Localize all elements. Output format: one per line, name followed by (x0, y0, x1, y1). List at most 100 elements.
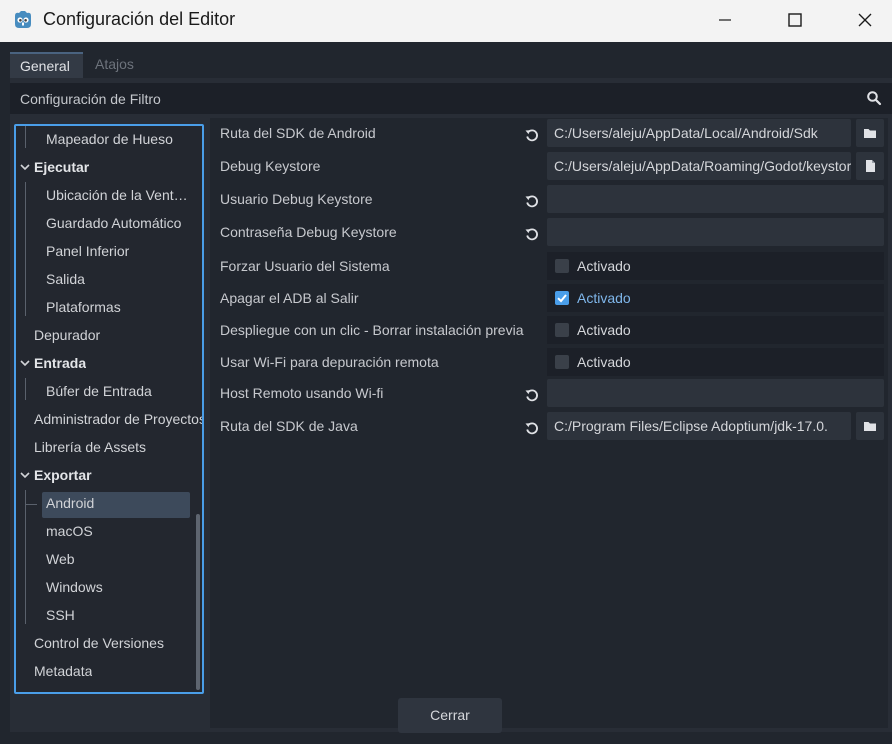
checkbox-field[interactable]: Activado (547, 252, 884, 280)
tree-item-mapeador-de-hueso[interactable]: Mapeador de Hueso (16, 126, 190, 154)
tree-item-label: Web (46, 551, 75, 567)
checkbox-label: Activado (577, 354, 631, 370)
settings-content: Configuración de Filtro Mapeador de Hues… (10, 78, 892, 732)
property-label: Debug Keystore (220, 158, 321, 174)
property-label: Usuario Debug Keystore (220, 191, 373, 207)
tree-category-entrada[interactable]: Entrada (16, 350, 190, 378)
tree-item-label: Android (46, 495, 95, 511)
property-debug-keystore: Debug Keystore C:/Users/aleju/AppData/Roa… (210, 151, 888, 183)
section-tree[interactable]: Mapeador de Hueso Ejecutar Ubicación de la… (14, 124, 204, 694)
tree-item-label: Búfer de Entrada (46, 383, 152, 399)
tree-item-label: Entrada (34, 355, 87, 371)
maximize-button[interactable] (760, 0, 830, 40)
property-inspector: Ruta del SDK de Android C:/Users/aleju/Ap… (210, 118, 888, 728)
tree-item-label: Windows (46, 579, 103, 595)
tree-item-label: Mapeador de Hueso (46, 131, 173, 147)
maximize-icon (788, 13, 802, 27)
tab-shortcuts[interactable]: Atajos (85, 52, 144, 78)
property-label: Despliegue con un clic - Borrar instalac… (220, 322, 524, 338)
property-value-field[interactable] (547, 185, 884, 213)
close-button[interactable]: Cerrar (398, 698, 502, 733)
tree-item-ssh[interactable]: SSH (16, 602, 190, 630)
tree-category-exportar[interactable]: Exportar (16, 462, 190, 490)
filter-input[interactable]: Configuración de Filtro (10, 83, 892, 114)
checkmark-icon (557, 294, 567, 303)
chevron-down-icon[interactable] (20, 471, 30, 479)
tree-item-control-de-versiones[interactable]: Control de Versiones (16, 630, 190, 658)
chevron-down-icon[interactable] (20, 163, 30, 171)
folder-icon (864, 129, 876, 138)
godot-logo-icon (15, 11, 31, 28)
tree-item-ubicacion-de-la-ventana[interactable]: Ubicación de la Ventana (16, 182, 190, 210)
property-value-field[interactable]: C:/Program Files/Eclipse Adoptium/jdk-17… (547, 412, 851, 440)
tree-guide-tick (25, 504, 37, 505)
tree-item-guardado-automatico[interactable]: Guardado Automático (16, 210, 190, 238)
tree-item-label: Plataformas (46, 299, 121, 315)
property-label: Usar Wi-Fi para depuración remota (220, 354, 439, 370)
property-value-field[interactable]: C:/Users/aleju/AppData/Local/Android/Sdk (547, 119, 851, 147)
tree-guide-line (25, 126, 26, 148)
folder-browse-button[interactable] (856, 412, 884, 440)
property-value-field[interactable] (547, 218, 884, 246)
tree-category-ejecutar[interactable]: Ejecutar (16, 154, 190, 182)
property-value: C:/Program Files/Eclipse Adoptium/jdk-17… (554, 418, 828, 434)
property-label: Forzar Usuario del Sistema (220, 258, 390, 274)
tree-item-macos[interactable]: macOS (16, 518, 190, 546)
tree-item-android[interactable]: Android (16, 490, 190, 518)
folder-browse-button[interactable] (856, 119, 884, 147)
tab-general[interactable]: General (10, 52, 83, 78)
revert-icon[interactable] (524, 420, 540, 436)
property-value-field[interactable] (547, 379, 884, 407)
property-ruta-del-sdk-de-android: Ruta del SDK de Android C:/Users/aleju/Ap… (210, 118, 888, 150)
tree-item-libreria-de-assets[interactable]: Librería de Assets (16, 434, 190, 462)
file-icon (866, 160, 875, 172)
checkbox-field[interactable]: Activado (547, 316, 884, 344)
tree-item-label: Salida (46, 271, 85, 287)
property-ruta-del-sdk-de-java: Ruta del SDK de Java C:/Program Files/Ecl… (210, 411, 888, 443)
checkbox-label: Activado (577, 322, 631, 338)
property-value: C:/Users/aleju/AppData/Roaming/Godot/key… (554, 158, 851, 174)
revert-icon[interactable] (524, 127, 540, 143)
tree-item-label: macOS (46, 523, 93, 539)
tree-guide-line (25, 182, 26, 316)
checkbox-unchecked[interactable] (555, 259, 569, 273)
property-label: Host Remoto usando Wi-fi (220, 385, 384, 401)
property-usuario-debug-keystore: Usuario Debug Keystore (210, 184, 888, 216)
tree-item-windows[interactable]: Windows (16, 574, 190, 602)
property-value-field[interactable]: C:/Users/aleju/AppData/Roaming/Godot/key… (547, 152, 851, 180)
tree-item-label: Depurador (34, 327, 101, 343)
search-icon (867, 91, 882, 106)
window-title: Configuración del Editor (43, 9, 236, 29)
tree-item-depurador[interactable]: Depurador (16, 322, 190, 350)
tree-item-label: Ejecutar (34, 159, 90, 175)
tree-item-salida[interactable]: Salida (16, 266, 190, 294)
tree-item-label: Control de Versiones (34, 635, 164, 651)
tree-item-metadata[interactable]: Metadata (16, 658, 190, 686)
tree-item-administrador-de-proyectos[interactable]: Administrador de Proyectos (16, 406, 202, 434)
tree-item-label: Metadata (34, 663, 93, 679)
chevron-down-icon[interactable] (20, 359, 30, 367)
tree-item-label: Panel Inferior (46, 243, 130, 259)
tree-item-label: Librería de Assets (34, 439, 147, 455)
revert-icon[interactable] (524, 226, 540, 242)
minimize-button[interactable] (690, 0, 760, 40)
tree-item-panel-inferior[interactable]: Panel Inferior (16, 238, 190, 266)
tree-item-label: Ubicación de la Ventana (46, 187, 188, 203)
tree-item-web[interactable]: Web (16, 546, 190, 574)
tree-item-plataformas[interactable]: Plataformas (16, 294, 190, 322)
checkbox-field[interactable]: Activado (547, 284, 884, 312)
checkbox-unchecked[interactable] (555, 355, 569, 369)
checkbox-checked[interactable] (555, 291, 569, 305)
close-window-button[interactable] (830, 0, 892, 40)
tree-item-label: Guardado Automático (46, 215, 182, 231)
file-browse-button[interactable] (856, 152, 884, 180)
tree-item-bufer-de-entrada[interactable]: Búfer de Entrada (16, 378, 190, 406)
tree-item-label: SSH (46, 607, 75, 623)
checkbox-field[interactable]: Activado (547, 348, 884, 376)
tree-scrollbar[interactable] (196, 514, 200, 690)
filter-placeholder: Configuración de Filtro (20, 91, 161, 107)
revert-icon[interactable] (524, 387, 540, 403)
tree-item-label: Administrador de Proyectos (34, 411, 204, 427)
revert-icon[interactable] (524, 193, 540, 209)
checkbox-unchecked[interactable] (555, 323, 569, 337)
